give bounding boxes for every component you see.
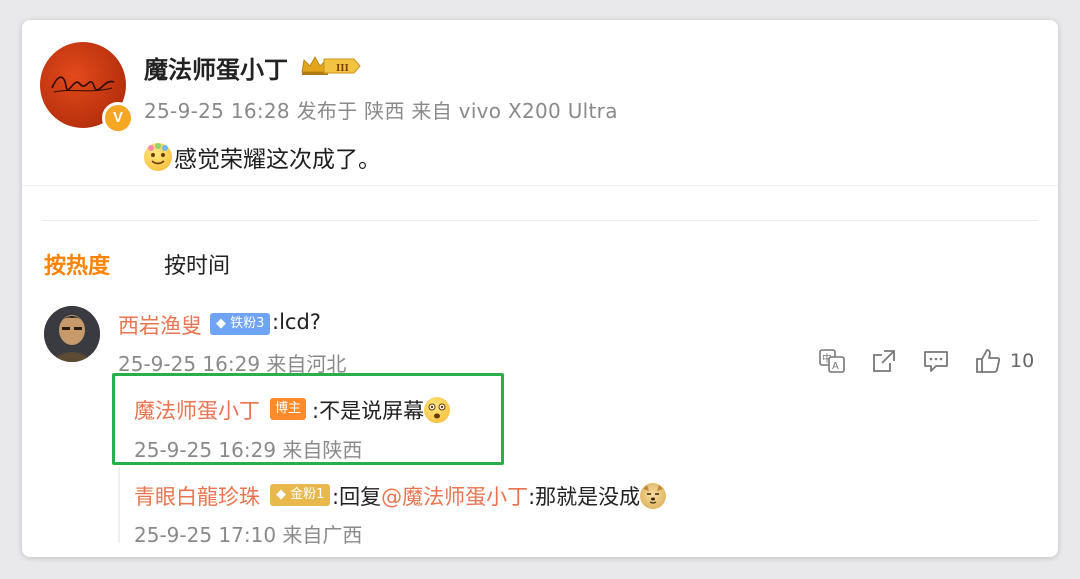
post-meta: 25-9-25 16:28 发布于 陕西 来自 vivo X200 Ultra: [144, 99, 618, 123]
gold-gem-icon: ◆: [276, 487, 286, 502]
divider: [22, 185, 1058, 186]
post-card: V 魔法师蛋小丁 III 25-9-25 16:28 发布于 陕西 来自 viv…: [22, 20, 1058, 557]
reply-text-content: :不是说屏幕: [312, 399, 425, 423]
commenter-name[interactable]: 西岩渔叟: [118, 310, 202, 340]
reply-meta: 25-9-25 16:29 来自陕西: [134, 438, 363, 462]
mention-link[interactable]: @魔法师蛋小丁: [381, 481, 528, 511]
sort-by-hot-tab[interactable]: 按热度: [44, 248, 110, 280]
reply-thread-line: [118, 467, 120, 543]
post-text-content: 感觉荣耀这次成了。: [174, 147, 381, 173]
diamond-icon: ◆: [216, 316, 226, 331]
sort-by-time-tab[interactable]: 按时间: [164, 248, 230, 280]
emoji-icon: [144, 143, 172, 171]
svg-text:A: A: [832, 361, 839, 372]
comment-actions: 中 A 10: [818, 346, 1034, 376]
reply-prefix: :回复: [332, 485, 382, 509]
emoji-icon: [424, 397, 451, 423]
fan-badge[interactable]: ◆ 铁粉3: [210, 313, 271, 335]
like-icon[interactable]: [974, 347, 1002, 375]
blogger-badge: 博主: [270, 398, 307, 420]
commenter-avatar[interactable]: [44, 306, 100, 362]
fan-badge-label: 铁粉3: [230, 316, 265, 331]
comment-text: :lcd?: [272, 310, 321, 334]
crown-icon[interactable]: III: [300, 54, 362, 78]
reply-meta: 25-9-25 17:10 来自广西: [134, 523, 363, 547]
reply-author[interactable]: 青眼白龍珍珠: [134, 481, 260, 511]
divider: [42, 220, 1038, 221]
like-count: 10: [1010, 350, 1035, 372]
post-text: 感觉荣耀这次成了。: [144, 140, 381, 174]
vip-level: III: [336, 62, 349, 74]
gold-fan-badge-label: 金粉1: [290, 487, 325, 502]
reply-suffix: :那就是没成: [528, 485, 641, 509]
share-icon[interactable]: [870, 347, 898, 375]
avatar-logo: [51, 76, 115, 93]
translate-icon[interactable]: 中 A: [818, 347, 846, 375]
reply-text: :回复 @魔法师蛋小丁 :那就是没成: [332, 481, 668, 511]
comment-icon[interactable]: [922, 347, 950, 375]
author-name[interactable]: 魔法师蛋小丁: [144, 50, 288, 85]
reply-author[interactable]: 魔法师蛋小丁: [134, 395, 260, 425]
reply-text: :不是说屏幕: [312, 395, 452, 425]
gold-fan-badge[interactable]: ◆ 金粉1: [270, 484, 331, 506]
verified-icon: V: [102, 102, 134, 134]
dog-emoji-icon: [640, 483, 667, 509]
commenter-avatar-image: [44, 306, 100, 362]
